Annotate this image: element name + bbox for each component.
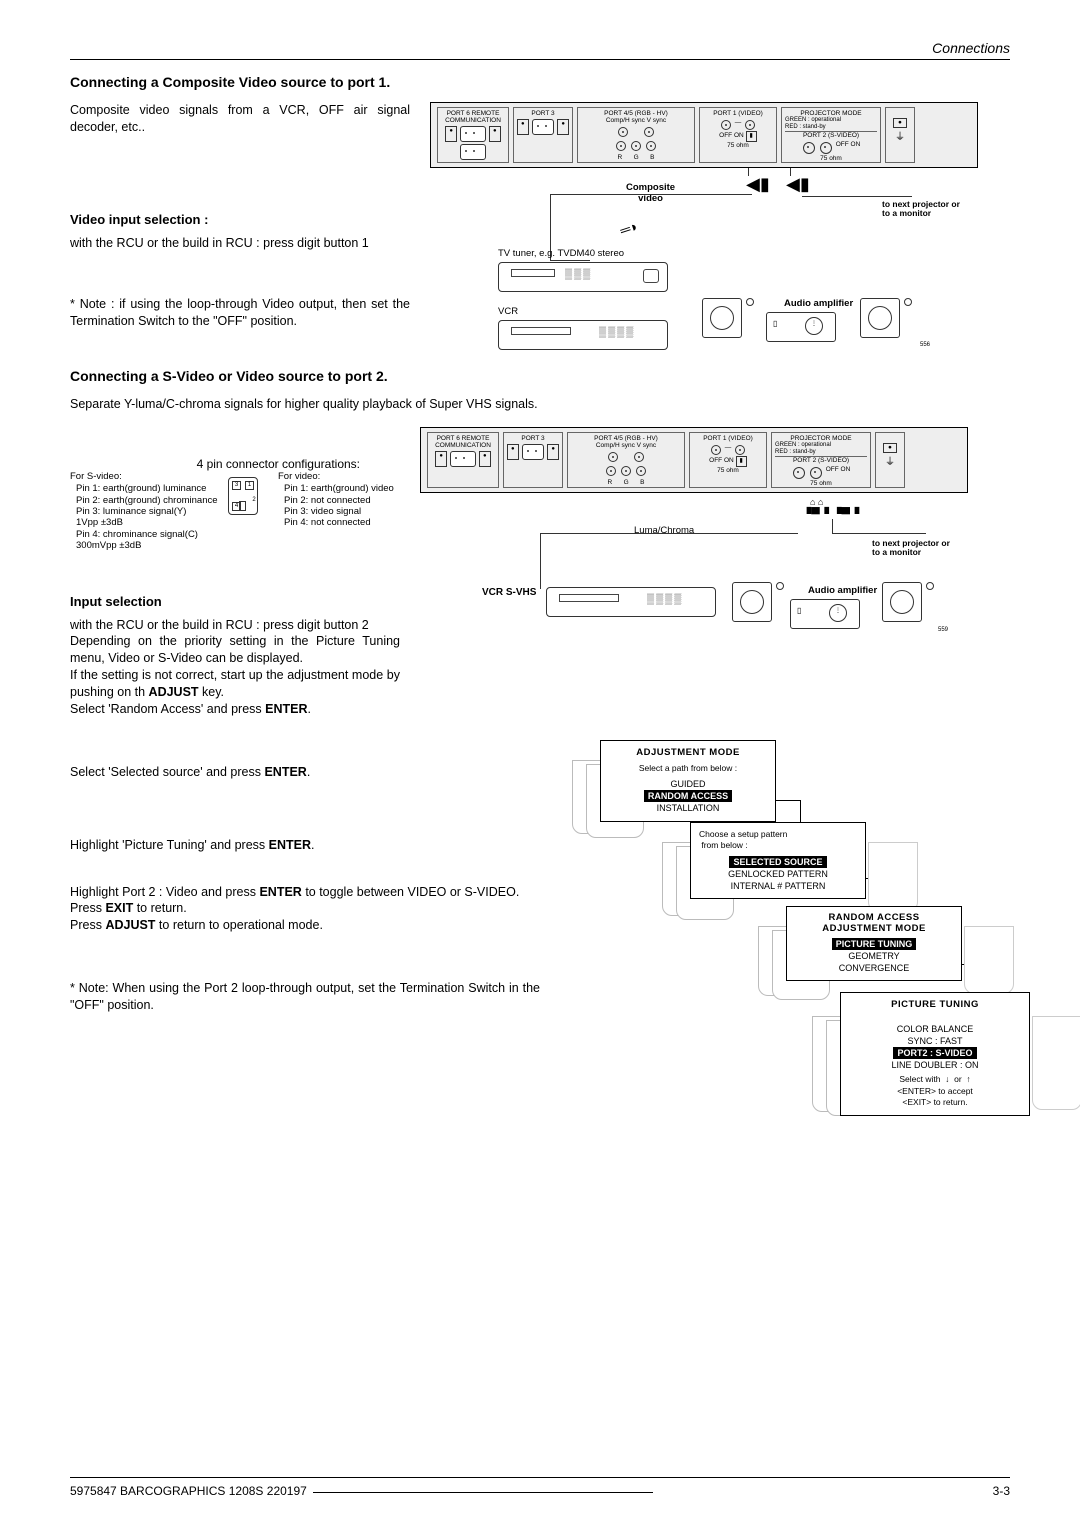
svideo-pins: For S-video: Pin 1: earth(ground) lumina…: [70, 471, 220, 552]
vcr-label: VCR: [498, 306, 518, 317]
input-selection-heading: Input selection: [70, 594, 400, 609]
osd-adjustment-mode: ADJUSTMENT MODE Select a path from below…: [600, 740, 776, 822]
luma-chroma-label: Luma/Chroma: [634, 525, 694, 536]
section2-title: Connecting a S-Video or Video source to …: [70, 368, 1010, 384]
input-selection-text: with the RCU or the build in RCU : press…: [70, 617, 400, 718]
panel-port3: PORT 3 ●●: [513, 107, 573, 163]
speaker-left: [702, 298, 742, 338]
section2-note: * Note: When using the Port 2 loop-throu…: [70, 980, 540, 1014]
video-pins: For video: Pin 1: earth(ground) video Pi…: [278, 471, 400, 529]
page-header-category: Connections: [70, 40, 1010, 59]
minidin4-icon: 3 1 4 2: [228, 477, 258, 515]
to-next-projector-label-2: to next projector or to a monitor: [872, 539, 950, 558]
fig-num-2: 559: [938, 627, 948, 633]
audio-amp-label: Audio amplifier: [784, 298, 853, 309]
video-input-selection-heading: Video input selection :: [70, 212, 410, 227]
section1-title: Connecting a Composite Video source to p…: [70, 74, 1010, 90]
vcr-svhs-label: VCR S-VHS: [482, 587, 536, 598]
vcr-device: ▒▒▒▒: [498, 320, 668, 350]
osd-cascade: ADJUSTMENT MODE Select a path from below…: [680, 740, 1080, 1170]
section1-note: * Note : if using the loop-through Video…: [70, 296, 410, 330]
footer-page-number: 3-3: [993, 1484, 1010, 1498]
panel-power: ● ⏚: [885, 107, 915, 163]
audio-amp-label-2: Audio amplifier: [808, 585, 877, 596]
projector-back-panel-2: PORT 6 REMOTE COMMUNICATION●● PORT 3●● P…: [420, 427, 968, 493]
video-input-selection-text: with the RCU or the build in RCU : press…: [70, 235, 410, 252]
osd-picture-tuning: PICTURE TUNING COLOR BALANCE SYNC : FAST…: [840, 992, 1030, 1116]
fig-num-1: 556: [920, 342, 930, 348]
vcr-svhs-device: ▒▒▒▒: [546, 587, 716, 617]
diagram-composite: PORT 6 REMOTE COMMUNICATION ●● PORT 3 ●●…: [430, 102, 990, 352]
composite-video-label: Composite video: [626, 182, 675, 204]
step-picture-tuning: Highlight 'Picture Tuning' and press ENT…: [70, 837, 540, 854]
plug-icon-1: ◀▮: [746, 174, 770, 195]
speaker-right: [860, 298, 900, 338]
rca-plug-icon: ═◗: [618, 218, 640, 239]
panel-port1: PORT 1 (VIDEO) — OFF ON ▮ 75 ohm: [699, 107, 777, 163]
to-next-projector-label: to next projector or to a monitor: [882, 200, 960, 219]
step-selected-source: Select 'Selected source' and press ENTER…: [70, 764, 540, 781]
footer-left: 5975847 BARCOGRAPHICS 1208S 220197: [70, 1484, 307, 1498]
panel-port6: PORT 6 REMOTE COMMUNICATION ●●: [437, 107, 509, 163]
tv-tuner-label: TV tuner, e.g. TVDM40 stereo: [498, 248, 624, 259]
section2-intro: Separate Y-luma/C-chroma signals for hig…: [70, 396, 1010, 413]
diagram-svideo: PORT 6 REMOTE COMMUNICATION●● PORT 3●● P…: [420, 427, 980, 637]
step-port2-toggle: Highlight Port 2 : Video and press ENTER…: [70, 884, 540, 935]
panel-port45: PORT 4/5 (RGB - HV) Comp/H sync V sync R…: [577, 107, 695, 163]
plug-icon-2: ◀▮: [786, 174, 810, 195]
footer-rule: [70, 1477, 1010, 1478]
osd-random-access: RANDOM ACCESS ADJUSTMENT MODE PICTURE TU…: [786, 906, 962, 981]
speaker-right-2: [882, 582, 922, 622]
top-rule: [70, 59, 1010, 60]
osd-choose-pattern: Choose a setup pattern from below : SELE…: [690, 822, 866, 899]
panel-projector-mode: PROJECTOR MODE GREEN : operational RED :…: [781, 107, 881, 163]
projector-back-panel: PORT 6 REMOTE COMMUNICATION ●● PORT 3 ●●…: [430, 102, 978, 168]
section1-intro: Composite video signals from a VCR, OFF …: [70, 102, 410, 136]
pin-config-title: 4 pin connector configurations:: [70, 457, 400, 471]
tv-tuner-device: ▒▒▒: [498, 262, 668, 292]
speaker-left-2: [732, 582, 772, 622]
